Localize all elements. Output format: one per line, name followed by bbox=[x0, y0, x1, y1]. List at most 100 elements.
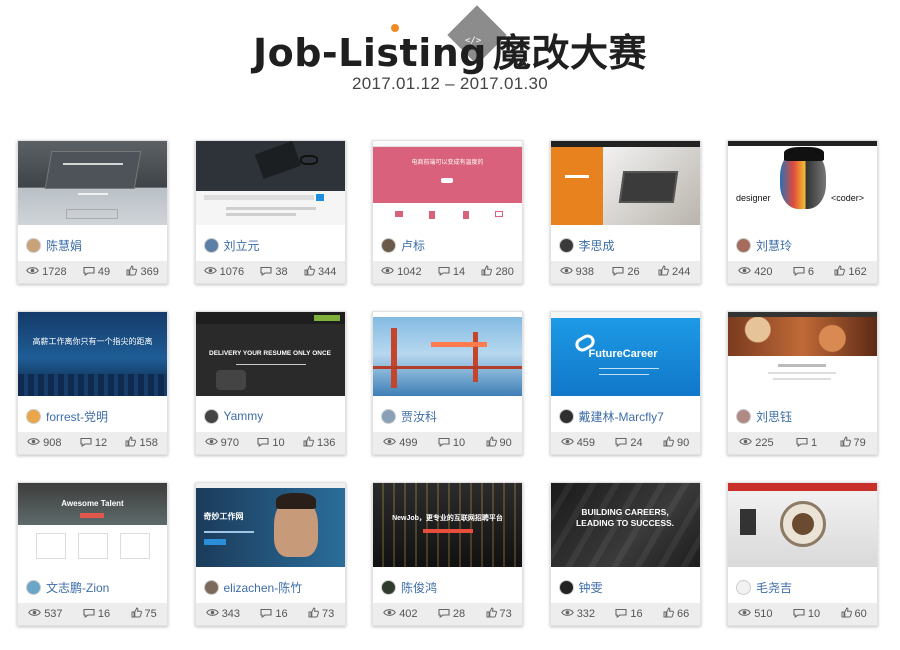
entry-thumbnail[interactable] bbox=[18, 141, 167, 225]
entry-author[interactable]: Yammy bbox=[196, 400, 345, 432]
likes-stat[interactable]: 60 bbox=[841, 607, 867, 621]
entry-author[interactable]: 李思成 bbox=[551, 229, 700, 261]
comments-stat[interactable]: 10 bbox=[793, 608, 820, 621]
likes-stat[interactable]: 75 bbox=[131, 607, 157, 621]
entry-card[interactable]: 刘立元 1076 38 344 bbox=[194, 140, 346, 284]
likes-stat[interactable]: 136 bbox=[303, 436, 335, 450]
entry-thumbnail[interactable]: DELIVERY YOUR RESUME ONLY ONCE bbox=[195, 312, 345, 396]
entry-thumbnail[interactable]: Awesome Talent bbox=[18, 483, 167, 567]
author-name[interactable]: 陈俊鸿 bbox=[401, 579, 437, 596]
author-name[interactable]: 钟雯 bbox=[579, 579, 603, 596]
entry-card[interactable]: 电商前端可以变成有温度的 卢标 1042 14 280 bbox=[372, 140, 523, 284]
thumbs-up-icon bbox=[308, 607, 322, 621]
comments-stat[interactable]: 14 bbox=[438, 266, 465, 279]
comments-stat[interactable]: 6 bbox=[793, 266, 814, 279]
author-name[interactable]: 戴建林-Marcfly7 bbox=[579, 408, 664, 425]
comments-stat[interactable]: 49 bbox=[83, 266, 110, 279]
entry-thumbnail[interactable]: NewJob，更专业的互联网招聘平台 bbox=[373, 483, 522, 567]
avatar bbox=[381, 579, 396, 595]
entry-author[interactable]: 毛尧吉 bbox=[728, 571, 877, 603]
comments-stat[interactable]: 16 bbox=[615, 608, 643, 621]
author-name[interactable]: 刘立元 bbox=[224, 237, 260, 254]
thumbs-up-icon bbox=[841, 607, 855, 621]
likes-stat[interactable]: 280 bbox=[481, 265, 514, 279]
comments-stat[interactable]: 12 bbox=[80, 437, 107, 450]
likes-stat[interactable]: 158 bbox=[125, 436, 158, 450]
entry-author[interactable]: 刘慧玲 bbox=[728, 229, 877, 261]
author-name[interactable]: 刘慧玲 bbox=[756, 237, 792, 254]
entry-thumbnail[interactable] bbox=[728, 483, 877, 567]
entry-card[interactable]: FutureCareer 戴建林-Marcfly7 459 24 90 bbox=[549, 311, 701, 455]
comment-icon bbox=[257, 437, 272, 450]
entry-card[interactable]: DELIVERY YOUR RESUME ONLY ONCE Yammy 970… bbox=[194, 311, 346, 455]
entry-thumbnail[interactable] bbox=[550, 141, 700, 225]
author-name[interactable]: 刘思钰 bbox=[756, 408, 792, 425]
entry-thumbnail[interactable]: FutureCareer bbox=[550, 312, 700, 396]
entry-card[interactable]: 高薪工作离你只有一个指尖的距离 forrest-党明 908 12 158 bbox=[17, 311, 168, 455]
entry-card[interactable]: 贾汝科 499 10 90 bbox=[372, 311, 523, 455]
author-name[interactable]: forrest-党明 bbox=[46, 408, 108, 425]
comments-stat[interactable]: 28 bbox=[438, 608, 465, 621]
entry-author[interactable]: 贾汝科 bbox=[373, 400, 522, 432]
likes-stat[interactable]: 73 bbox=[486, 607, 512, 621]
author-name[interactable]: 陈慧娟 bbox=[46, 237, 82, 254]
comments-stat[interactable]: 10 bbox=[438, 437, 465, 450]
comments-stat[interactable]: 10 bbox=[257, 437, 285, 450]
comment-icon bbox=[80, 437, 95, 450]
comments-stat[interactable]: 26 bbox=[612, 266, 640, 279]
avatar bbox=[736, 237, 751, 253]
entry-author[interactable]: 文志鹏-Zion bbox=[18, 571, 167, 603]
comments-stat[interactable]: 24 bbox=[615, 437, 643, 450]
entry-thumbnail[interactable]: 奇妙工作网 bbox=[195, 483, 345, 567]
entry-card[interactable]: 奇妙工作网 elizachen-陈竹 343 16 73 bbox=[194, 482, 346, 626]
entry-card[interactable]: Awesome Talent 文志鹏-Zion 537 16 75 bbox=[17, 482, 168, 626]
likes-stat[interactable]: 162 bbox=[834, 265, 867, 279]
entry-card[interactable]: NewJob，更专业的互联网招聘平台 陈俊鸿 402 28 73 bbox=[372, 482, 523, 626]
likes-stat[interactable]: 73 bbox=[308, 607, 334, 621]
entry-thumbnail[interactable] bbox=[195, 141, 345, 225]
comments-stat[interactable]: 16 bbox=[83, 608, 110, 621]
entry-thumbnail[interactable]: 高薪工作离你只有一个指尖的距离 bbox=[18, 312, 167, 396]
likes-stat[interactable]: 90 bbox=[486, 436, 512, 450]
entry-author[interactable]: elizachen-陈竹 bbox=[196, 571, 345, 603]
comments-stat[interactable]: 16 bbox=[260, 608, 288, 621]
author-name[interactable]: 贾汝科 bbox=[401, 408, 437, 425]
entry-stats: 938 26 244 bbox=[550, 261, 700, 283]
entry-author[interactable]: 钟雯 bbox=[551, 571, 700, 603]
entry-author[interactable]: 卢标 bbox=[373, 229, 522, 261]
entry-thumbnail[interactable] bbox=[728, 312, 877, 396]
entry-card[interactable]: 刘思钰 225 1 79 bbox=[727, 311, 878, 455]
entry-author[interactable]: 陈慧娟 bbox=[18, 229, 167, 261]
author-name[interactable]: elizachen-陈竹 bbox=[224, 579, 303, 596]
entry-card[interactable]: BUILDING CAREERS, LEADING TO SUCCESS. 钟雯… bbox=[549, 482, 701, 626]
entry-author[interactable]: forrest-党明 bbox=[18, 400, 167, 432]
likes-stat[interactable]: 79 bbox=[840, 436, 866, 450]
likes-stat[interactable]: 90 bbox=[663, 436, 689, 450]
author-name[interactable]: 毛尧吉 bbox=[756, 579, 792, 596]
entry-thumbnail[interactable]: 电商前端可以变成有温度的 bbox=[373, 141, 522, 225]
likes-stat[interactable]: 244 bbox=[658, 265, 690, 279]
author-name[interactable]: 卢标 bbox=[401, 237, 425, 254]
comments-stat[interactable]: 1 bbox=[796, 437, 817, 450]
likes-count: 162 bbox=[848, 266, 867, 278]
entry-author[interactable]: 刘思钰 bbox=[728, 400, 877, 432]
author-name[interactable]: 文志鹏-Zion bbox=[46, 579, 109, 596]
entry-author[interactable]: 刘立元 bbox=[196, 229, 345, 261]
author-name[interactable]: Yammy bbox=[224, 409, 264, 423]
author-name[interactable]: 李思成 bbox=[579, 237, 615, 254]
avatar bbox=[558, 237, 574, 253]
entry-author[interactable]: 戴建林-Marcfly7 bbox=[551, 400, 700, 432]
entry-card[interactable]: designer <coder> 刘慧玲 420 6 162 bbox=[727, 140, 878, 284]
entry-thumbnail[interactable]: BUILDING CAREERS, LEADING TO SUCCESS. bbox=[550, 483, 700, 567]
likes-stat[interactable]: 344 bbox=[304, 265, 336, 279]
likes-stat[interactable]: 66 bbox=[663, 607, 689, 621]
comments-stat[interactable]: 38 bbox=[260, 266, 288, 279]
entry-stats: 537 16 75 bbox=[18, 603, 167, 625]
entry-thumbnail[interactable]: designer <coder> bbox=[728, 141, 877, 225]
likes-stat[interactable]: 369 bbox=[126, 265, 159, 279]
entry-card[interactable]: 毛尧吉 510 10 60 bbox=[727, 482, 878, 626]
entry-card[interactable]: 李思成 938 26 244 bbox=[549, 140, 701, 284]
entry-thumbnail[interactable] bbox=[373, 312, 522, 396]
entry-card[interactable]: 陈慧娟 1728 49 369 bbox=[17, 140, 168, 284]
entry-author[interactable]: 陈俊鸿 bbox=[373, 571, 522, 603]
